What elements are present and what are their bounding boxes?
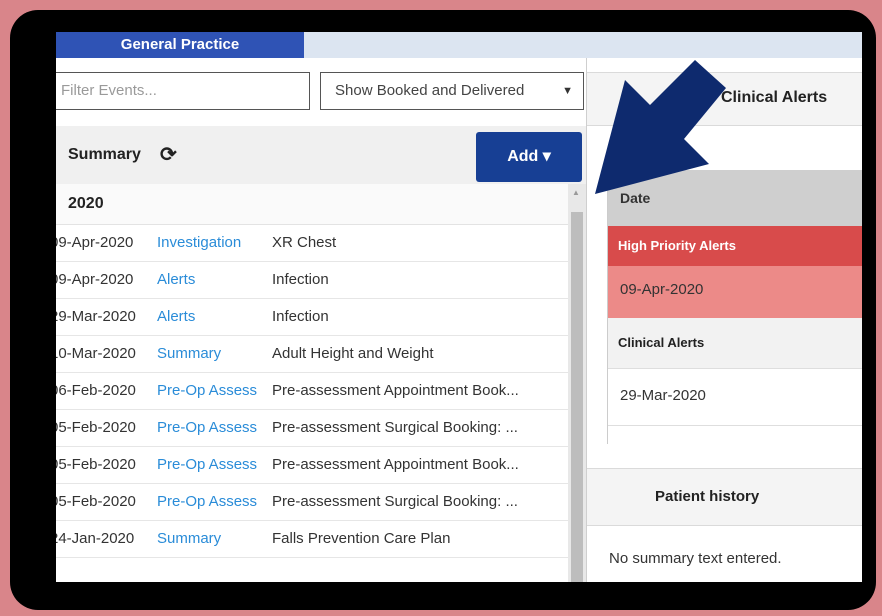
event-type-link[interactable]: Alerts [157, 299, 195, 335]
show-booked-select-value: Show Booked and Delivered [335, 82, 525, 99]
event-description: Infection [272, 271, 329, 288]
scroll-up-icon[interactable]: ▲ [572, 188, 580, 197]
table-row[interactable]: 10-Mar-2020 Summary Adult Height and Wei… [56, 336, 568, 373]
table-row[interactable]: 29-Mar-2020 Alerts Infection [56, 299, 568, 336]
event-date: 10-Mar-2020 [56, 345, 136, 362]
table-row[interactable]: 09-Apr-2020 Investigation XR Chest [56, 225, 568, 262]
table-row[interactable]: 09-Apr-2020 Alerts Infection [56, 262, 568, 299]
event-type-link[interactable]: Pre-Op Assess [157, 484, 257, 520]
clinical-alerts-header: Clinical Alerts [587, 72, 862, 126]
events-panel: Filter Events... Show Booked and Deliver… [56, 58, 586, 582]
event-date: 09-Apr-2020 [56, 271, 134, 288]
event-date: 29-Mar-2020 [56, 308, 136, 325]
clinical-alerts-title: Clinical Alerts [721, 89, 828, 106]
event-date: 06-Feb-2020 [56, 382, 136, 399]
event-description: Adult Height and Weight [272, 345, 434, 362]
clinical-alert-date: 29-Mar-2020 [620, 387, 706, 404]
event-description: Pre-assessment Appointment Book... [272, 382, 519, 399]
event-type-link[interactable]: Pre-Op Assess [157, 447, 257, 483]
patient-history-title: Patient history [655, 488, 760, 505]
events-list: 09-Apr-2020 Investigation XR Chest 09-Ap… [56, 225, 568, 558]
event-date: 05-Feb-2020 [56, 493, 136, 510]
table-row[interactable]: 05-Feb-2020 Pre-Op Assess Pre-assessment… [56, 410, 568, 447]
dropdown-caret-icon: ▼ [562, 85, 573, 97]
app-screen: General Practice Filter Events... Show B… [56, 32, 862, 582]
filter-events-input[interactable]: Filter Events... [56, 72, 310, 110]
event-description: Infection [272, 308, 329, 325]
high-priority-alerts-header: High Priority Alerts [608, 226, 862, 266]
event-date: 05-Feb-2020 [56, 456, 136, 473]
patient-history-text: No summary text entered. [609, 550, 782, 567]
event-description: Pre-assessment Surgical Booking: ... [272, 419, 518, 436]
event-description: XR Chest [272, 234, 337, 251]
tab-general-practice[interactable]: General Practice [56, 32, 304, 58]
refresh-icon[interactable]: ⟳ [160, 142, 177, 167]
alerts-panel: Clinical Alerts Date High Priority Alert… [586, 58, 862, 582]
year-group-header: 2020 [56, 184, 568, 225]
event-description: Falls Prevention Care Plan [272, 530, 451, 547]
alerts-table: Date High Priority Alerts 09-Apr-2020 Cl… [607, 170, 862, 444]
add-button[interactable]: Add ▾ [476, 132, 582, 182]
clinical-alert-row[interactable]: 29-Mar-2020 [608, 369, 862, 426]
show-booked-select[interactable]: Show Booked and Delivered ▼ [320, 72, 584, 110]
event-type-link[interactable]: Investigation [157, 225, 241, 261]
event-type-link[interactable]: Pre-Op Assess [157, 373, 257, 409]
table-row[interactable]: 24-Jan-2020 Summary Falls Prevention Car… [56, 521, 568, 558]
table-row[interactable]: 05-Feb-2020 Pre-Op Assess Pre-assessment… [56, 484, 568, 521]
event-type-link[interactable]: Summary [157, 336, 221, 372]
event-date: 24-Jan-2020 [56, 530, 135, 547]
scrollbar-thumb[interactable] [571, 212, 583, 582]
patient-history-header: Patient history [587, 468, 862, 526]
table-row[interactable]: 05-Feb-2020 Pre-Op Assess Pre-assessment… [56, 447, 568, 484]
clinical-alerts-label: Clinical Alerts [618, 335, 705, 350]
event-description: Pre-assessment Surgical Booking: ... [272, 493, 518, 510]
event-date: 09-Apr-2020 [56, 234, 134, 251]
event-type-link[interactable]: Summary [157, 521, 221, 557]
event-description: Pre-assessment Appointment Book... [272, 456, 519, 473]
event-type-link[interactable]: Pre-Op Assess [157, 410, 257, 446]
high-priority-alert-row[interactable]: 09-Apr-2020 [608, 266, 862, 318]
alerts-column-header: Date [608, 170, 862, 226]
events-scrollbar[interactable]: ▲ [568, 184, 586, 582]
clinical-alerts-subheader: Clinical Alerts [608, 318, 862, 369]
table-row[interactable]: 06-Feb-2020 Pre-Op Assess Pre-assessment… [56, 373, 568, 410]
event-type-link[interactable]: Alerts [157, 262, 195, 298]
event-date: 05-Feb-2020 [56, 419, 136, 436]
date-column-label: Date [620, 190, 651, 206]
high-priority-alerts-label: High Priority Alerts [618, 238, 736, 253]
summary-title: Summary [68, 146, 141, 163]
year-label: 2020 [68, 195, 104, 212]
summary-toolbar: Summary ⟳ Add ▾ [56, 126, 586, 184]
tab-strip: General Practice [56, 32, 862, 59]
high-priority-alert-date: 09-Apr-2020 [620, 281, 704, 298]
